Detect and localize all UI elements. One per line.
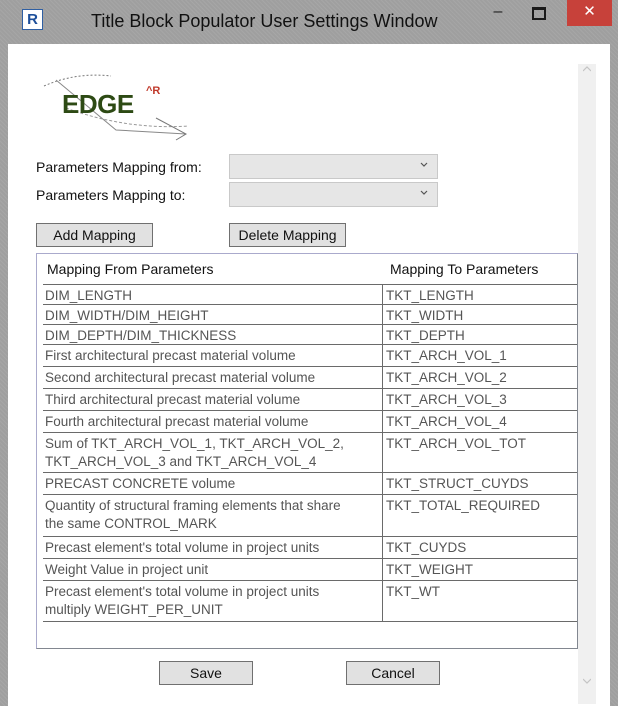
cell-to: TKT_WIDTH — [383, 305, 577, 324]
table-row[interactable]: DIM_WIDTH/DIM_HEIGHT TKT_WIDTH — [43, 304, 577, 324]
table-row[interactable]: DIM_DEPTH/DIM_THICKNESS TKT_DEPTH — [43, 324, 577, 344]
cell-to: TKT_ARCH_VOL_TOT — [383, 433, 577, 472]
cell-to: TKT_ARCH_VOL_2 — [383, 367, 577, 388]
mapping-from-label: Parameters Mapping from: — [36, 159, 202, 175]
table-row[interactable]: Quantity of structural framing elements … — [43, 494, 577, 536]
cell-from: Third architectural precast material vol… — [43, 389, 383, 410]
app-icon[interactable]: R — [22, 9, 43, 30]
save-button[interactable]: Save — [159, 661, 253, 685]
cell-from-line-2: multiply WEIGHT_PER_UNIT — [45, 602, 223, 617]
table-row[interactable]: Precast element's total volume in projec… — [43, 580, 577, 622]
cell-from: Second architectural precast material vo… — [43, 367, 383, 388]
table-row[interactable]: Sum of TKT_ARCH_VOL_1, TKT_ARCH_VOL_2, T… — [43, 432, 577, 472]
title-bar[interactable]: R Title Block Populator User Settings Wi… — [0, 0, 618, 44]
table-row[interactable]: Fourth architectural precast material vo… — [43, 410, 577, 432]
table-row[interactable]: DIM_LENGTH TKT_LENGTH — [43, 284, 577, 304]
cell-from: PRECAST CONCRETE volume — [43, 473, 383, 494]
cell-from: First architectural precast material vol… — [43, 345, 383, 366]
cell-to: TKT_ARCH_VOL_1 — [383, 345, 577, 366]
column-header-to[interactable]: Mapping To Parameters — [383, 254, 577, 284]
delete-mapping-button[interactable]: Delete Mapping — [229, 223, 346, 247]
cell-from-line-1: Quantity of structural framing elements … — [45, 498, 341, 513]
cell-from: DIM_WIDTH/DIM_HEIGHT — [43, 305, 383, 324]
table-row[interactable]: Second architectural precast material vo… — [43, 366, 577, 388]
edge-logo: EDGE ^R — [36, 68, 206, 148]
mapping-from-dropdown[interactable] — [229, 154, 438, 179]
cell-from: Weight Value in project unit — [43, 559, 383, 580]
mapping-to-dropdown[interactable] — [229, 182, 438, 207]
cell-from-line-2: TKT_ARCH_VOL_3 and TKT_ARCH_VOL_4 — [45, 454, 317, 469]
cell-to: TKT_STRUCT_CUYDS — [383, 473, 577, 494]
close-button[interactable]: ✕ — [567, 0, 612, 26]
cell-from: Fourth architectural precast material vo… — [43, 411, 383, 432]
cell-to: TKT_ARCH_VOL_3 — [383, 389, 577, 410]
cell-from: DIM_LENGTH — [43, 285, 383, 304]
scroll-up-arrow-icon[interactable] — [582, 64, 592, 76]
cell-from-line-1: Precast element's total volume in projec… — [45, 584, 320, 599]
table-row[interactable]: First architectural precast material vol… — [43, 344, 577, 366]
table-header: Mapping From Parameters Mapping To Param… — [37, 254, 577, 284]
chevron-down-icon — [420, 186, 428, 203]
cell-from-line-1: Sum of TKT_ARCH_VOL_1, TKT_ARCH_VOL_2, — [45, 436, 344, 451]
logo-superscript: ^R — [146, 85, 161, 97]
cell-to: TKT_LENGTH — [383, 285, 577, 304]
cell-to: TKT_TOTAL_REQUIRED — [383, 495, 577, 536]
cell-to: TKT_WEIGHT — [383, 559, 577, 580]
cell-to: TKT_WT — [383, 581, 577, 621]
cell-from: Precast element's total volume in projec… — [43, 581, 383, 621]
scroll-down-arrow-icon[interactable] — [582, 676, 592, 688]
maximize-icon — [532, 7, 546, 20]
minimize-button[interactable]: – — [482, 0, 514, 26]
table-row[interactable]: PRECAST CONCRETE volume TKT_STRUCT_CUYDS — [43, 472, 577, 494]
cell-to: TKT_CUYDS — [383, 537, 577, 558]
cell-from: Precast element's total volume in projec… — [43, 537, 383, 558]
cell-from: DIM_DEPTH/DIM_THICKNESS — [43, 325, 383, 344]
vertical-scrollbar[interactable] — [578, 64, 596, 704]
mapping-table[interactable]: Mapping From Parameters Mapping To Param… — [36, 253, 578, 649]
table-row[interactable]: Precast element's total volume in projec… — [43, 536, 577, 558]
cell-from: Quantity of structural framing elements … — [43, 495, 383, 536]
table-row[interactable]: Weight Value in project unit TKT_WEIGHT — [43, 558, 577, 580]
window-title: Title Block Populator User Settings Wind… — [91, 11, 438, 31]
cancel-button[interactable]: Cancel — [346, 661, 440, 685]
cell-to: TKT_ARCH_VOL_4 — [383, 411, 577, 432]
cell-from: Sum of TKT_ARCH_VOL_1, TKT_ARCH_VOL_2, T… — [43, 433, 383, 472]
logo-text: EDGE — [62, 89, 134, 119]
add-mapping-button[interactable]: Add Mapping — [36, 223, 153, 247]
maximize-button[interactable] — [525, 0, 553, 26]
chevron-down-icon — [420, 158, 428, 175]
table-row[interactable]: Third architectural precast material vol… — [43, 388, 577, 410]
mapping-to-label: Parameters Mapping to: — [36, 187, 186, 203]
cell-from-line-2: the same CONTROL_MARK — [45, 516, 217, 531]
cell-to: TKT_DEPTH — [383, 325, 577, 344]
column-header-from[interactable]: Mapping From Parameters — [37, 254, 383, 284]
